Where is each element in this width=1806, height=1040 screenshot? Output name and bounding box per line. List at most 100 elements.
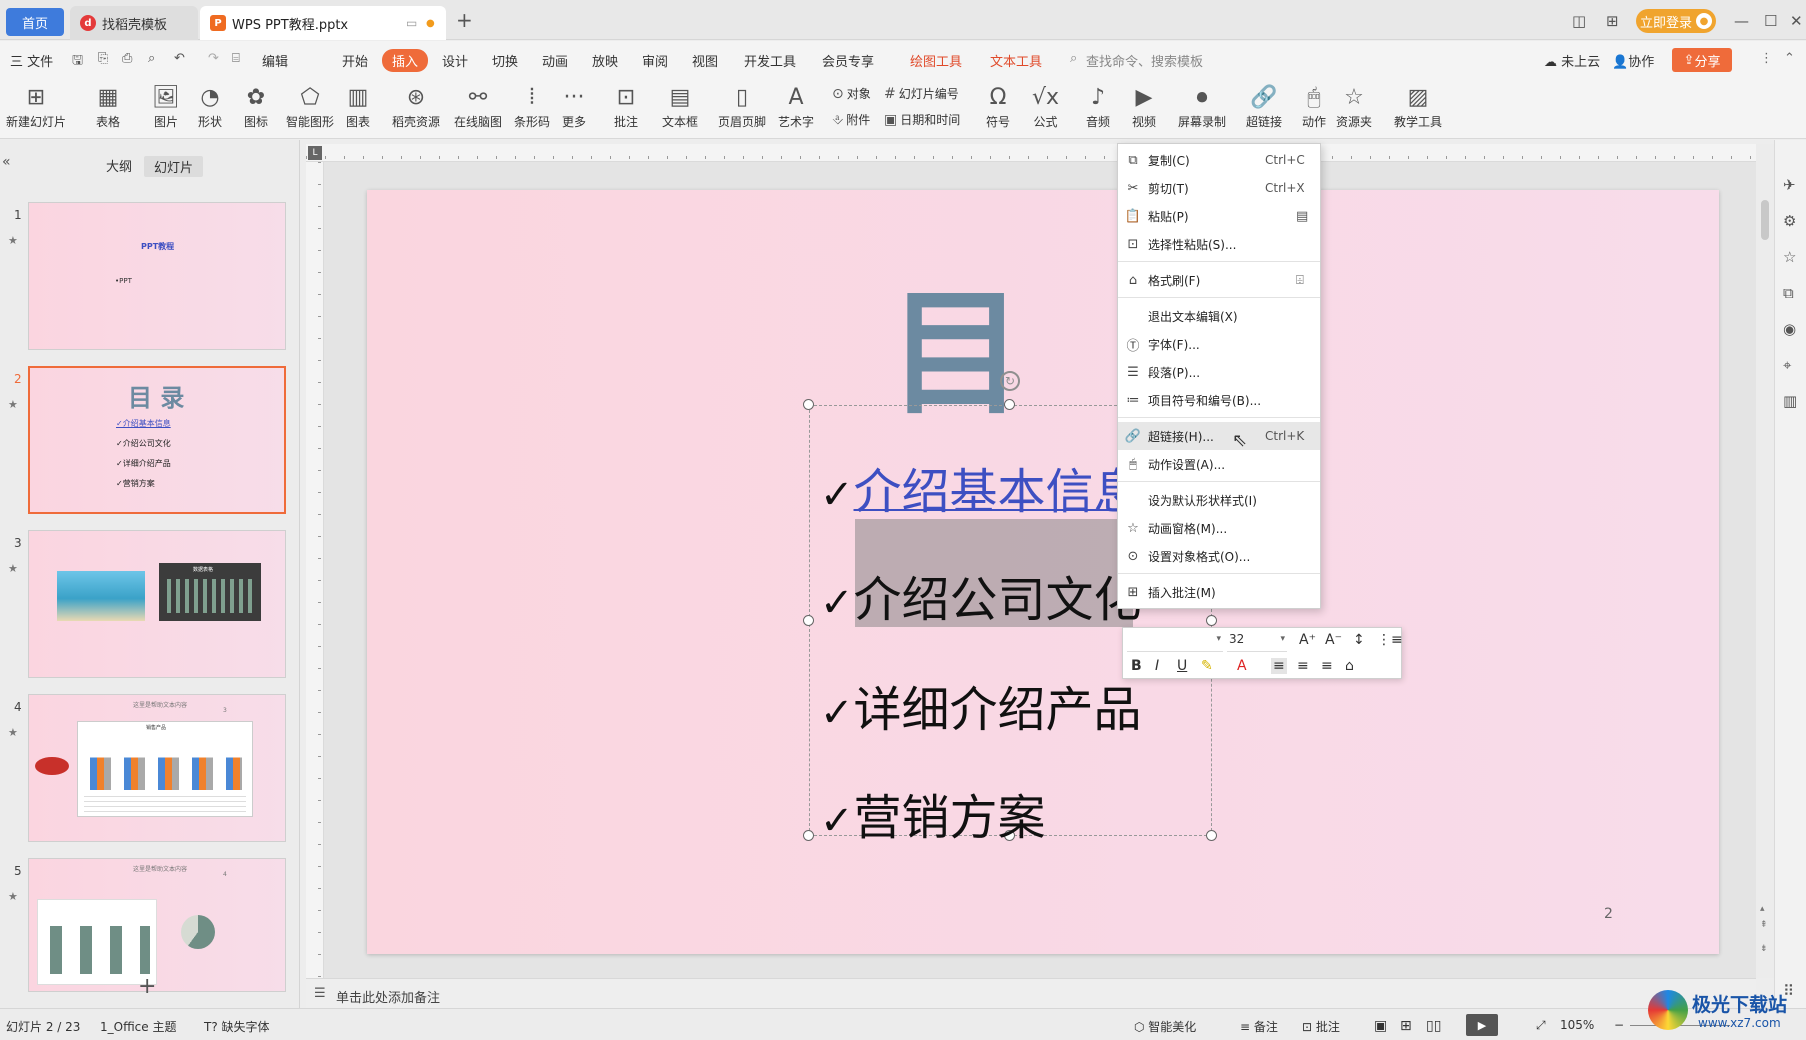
underline-icon[interactable]: U [1177, 658, 1187, 674]
tab-outline[interactable]: 大纲 [106, 156, 132, 175]
menu-review[interactable]: 审阅 [642, 51, 668, 70]
location-icon[interactable]: ⌖ [1783, 356, 1791, 374]
slide-thumb-1[interactable]: PPT教程 •PPT [28, 202, 286, 350]
resize-handle-bl[interactable] [803, 830, 814, 841]
ctx-paragraph[interactable]: ☰ 段落(P)... [1118, 358, 1320, 386]
shape-button[interactable]: ◔ 形状 [198, 83, 222, 130]
highlight-icon[interactable]: ✎ [1201, 658, 1213, 674]
print-icon[interactable]: ⎙ [122, 51, 132, 66]
italic-icon[interactable]: I [1155, 658, 1159, 674]
decrease-font-icon[interactable]: A⁻ [1325, 632, 1342, 648]
ctx-hyperlink[interactable]: 🔗 超链接(H)... Ctrl+K [1118, 422, 1320, 450]
textbox-button[interactable]: ▤ 文本框 [662, 83, 698, 130]
bullet-text-4[interactable]: 营销方案 [854, 790, 1046, 846]
pin-icon[interactable]: ☆ [1783, 248, 1796, 266]
cloud-status[interactable]: ☁ 未上云 [1544, 51, 1600, 70]
more-options-icon[interactable]: ⋮ [1760, 51, 1773, 66]
play-button[interactable]: ▶ [1466, 1014, 1498, 1036]
formula-button[interactable]: √x 公式 [1032, 83, 1059, 130]
vertical-scrollbar[interactable]: ▴ ⇞ ⇟ [1756, 144, 1774, 978]
missing-font[interactable]: T? 缺失字体 [204, 1018, 270, 1035]
bullet-item-3[interactable]: ✓详细介绍产品 [820, 670, 1142, 740]
bullet-text-2[interactable]: 介绍公司文化 [854, 572, 1142, 628]
format-painter-icon[interactable]: ⌸ [232, 51, 240, 66]
ctx-bullets[interactable]: ≔ 项目符号和编号(B)... [1118, 386, 1320, 414]
menu-file[interactable]: 三 文件 [10, 51, 53, 70]
zoom-out-icon[interactable]: − [1614, 1018, 1624, 1032]
resize-handle-br[interactable] [1206, 830, 1217, 841]
maximize-icon[interactable]: ☐ [1764, 12, 1777, 30]
share-button[interactable]: ⇪ 分享 [1672, 48, 1732, 72]
new-slide-button[interactable]: ⊞ 新建幻灯片 [6, 83, 66, 130]
zoom-level[interactable]: 105% [1560, 1018, 1594, 1032]
numbered-list-icon[interactable]: ⋮≡ [1377, 632, 1403, 648]
audio-button[interactable]: ♪ 音频 [1086, 83, 1110, 130]
tab-daoke-templates[interactable]: d 找稻壳模板 [70, 6, 198, 40]
scroll-up-icon[interactable]: ▴ [1760, 904, 1765, 914]
slide-thumb-3[interactable]: 数据表格 [28, 530, 286, 678]
preview-icon[interactable]: ⌕ [148, 51, 155, 66]
adjust-icon[interactable]: ⚙ [1783, 212, 1796, 230]
command-search[interactable]: 查找命令、搜索模板 [1086, 51, 1203, 70]
tab-home[interactable]: 首页 [6, 8, 64, 36]
align-left-icon[interactable]: ≡ [1271, 658, 1287, 674]
horizontal-ruler[interactable] [306, 144, 1756, 162]
collapse-ribbon-icon[interactable]: ⌃ [1784, 51, 1795, 66]
scroll-thumb[interactable] [1761, 200, 1769, 240]
normal-view-icon[interactable]: ▣ [1374, 1018, 1387, 1034]
menu-developer[interactable]: 开发工具 [744, 51, 796, 70]
notes-toggle[interactable]: ≡ 备注 [1240, 1018, 1278, 1035]
object-button[interactable]: ⊙ 对象 [832, 85, 871, 102]
next-slide-icon[interactable]: ⇟ [1760, 944, 1768, 954]
menu-transition[interactable]: 切换 [492, 51, 518, 70]
menu-insert[interactable]: 插入 [382, 49, 429, 72]
menu-edit[interactable]: 编辑 [262, 51, 288, 70]
minimize-icon[interactable]: — [1734, 12, 1749, 30]
reading-view-icon[interactable]: ▯▯ [1426, 1018, 1441, 1034]
sorter-view-icon[interactable]: ⊞ [1400, 1018, 1412, 1034]
smart-beautify[interactable]: ⬡ 智能美化 [1134, 1018, 1196, 1035]
ctx-paste[interactable]: 📋 粘贴(P) ▤ [1118, 202, 1320, 230]
hyperlink-button[interactable]: 🔗 超链接 [1246, 83, 1282, 130]
ctx-animation-pane[interactable]: ☆ 动画窗格(M)... [1118, 514, 1320, 542]
slide-thumb-2[interactable]: 目 录 ✓介绍基本信息 ✓介绍公司文化 ✓详细介绍产品 ✓营销方案 [28, 366, 286, 514]
ctx-cut[interactable]: ✂ 剪切(T) Ctrl+X [1118, 174, 1320, 202]
align-center-icon[interactable]: ≡ [1297, 658, 1309, 674]
barcode-button[interactable]: ⦙ 条形码 [514, 83, 550, 130]
picture-button[interactable]: 🖼 图片 [152, 83, 180, 130]
notes-pane[interactable]: ☰ 单击此处添加备注 [306, 978, 1756, 1008]
fit-icon[interactable]: ⤢ [1536, 1018, 1546, 1033]
font-size-select[interactable]: 32 ▾ [1227, 632, 1287, 652]
collaborate-button[interactable]: 👤协作 [1612, 51, 1654, 70]
symbol-button[interactable]: Ω 符号 [986, 83, 1010, 130]
icon-button[interactable]: ✿ 图标 [244, 83, 268, 130]
table-button[interactable]: ▦ 表格 [96, 83, 120, 130]
paste-options-icon[interactable]: ▤ [1296, 209, 1308, 224]
format-painter-icon[interactable]: ⌂ [1345, 658, 1354, 674]
menu-text-tools[interactable]: 文本工具 [990, 51, 1042, 70]
menu-drawing-tools[interactable]: 绘图工具 [910, 51, 962, 70]
monitor-icon[interactable]: ▭ [406, 16, 417, 30]
ctx-insert-comment[interactable]: ⊞ 插入批注(M) [1118, 578, 1320, 606]
teaching-tools-button[interactable]: ▨ 教学工具 [1394, 83, 1442, 130]
ctx-paste-special[interactable]: ⊡ 选择性粘贴(S)... [1118, 230, 1320, 258]
date-time-button[interactable]: ▣ 日期和时间 [884, 111, 960, 128]
close-icon[interactable]: ✕ [1790, 12, 1803, 30]
resource-folder-button[interactable]: ☆ 资源夹 [1336, 83, 1372, 130]
ctx-format-brush[interactable]: ⌂ 格式刷(F) ⌹ [1118, 266, 1320, 294]
menu-slideshow[interactable]: 放映 [592, 51, 618, 70]
bullet-item-1[interactable]: ✓介绍基本信息 [820, 452, 1142, 522]
menu-design[interactable]: 设计 [442, 51, 468, 70]
comment-toggle[interactable]: ⊡ 批注 [1302, 1018, 1340, 1035]
export-icon[interactable]: ⎘ [98, 51, 108, 66]
book-icon[interactable]: ▥ [1783, 392, 1797, 410]
save-icon[interactable]: 🖫 [72, 51, 83, 73]
slide-thumb-4[interactable]: 这里是帮助文本内容 3 销售产品 [28, 694, 286, 842]
resize-handle-tl[interactable] [803, 399, 814, 410]
resize-handle-l[interactable] [803, 615, 814, 626]
bullet-text-3[interactable]: 详细介绍产品 [854, 682, 1142, 738]
wordart-button[interactable]: A 艺术字 [778, 83, 814, 130]
slides-icon[interactable]: ⧉ [1783, 284, 1794, 302]
ctx-action-settings[interactable]: 🖱 动作设置(A)... [1118, 450, 1320, 478]
ctx-format-object[interactable]: ⊙ 设置对象格式(O)... [1118, 542, 1320, 570]
